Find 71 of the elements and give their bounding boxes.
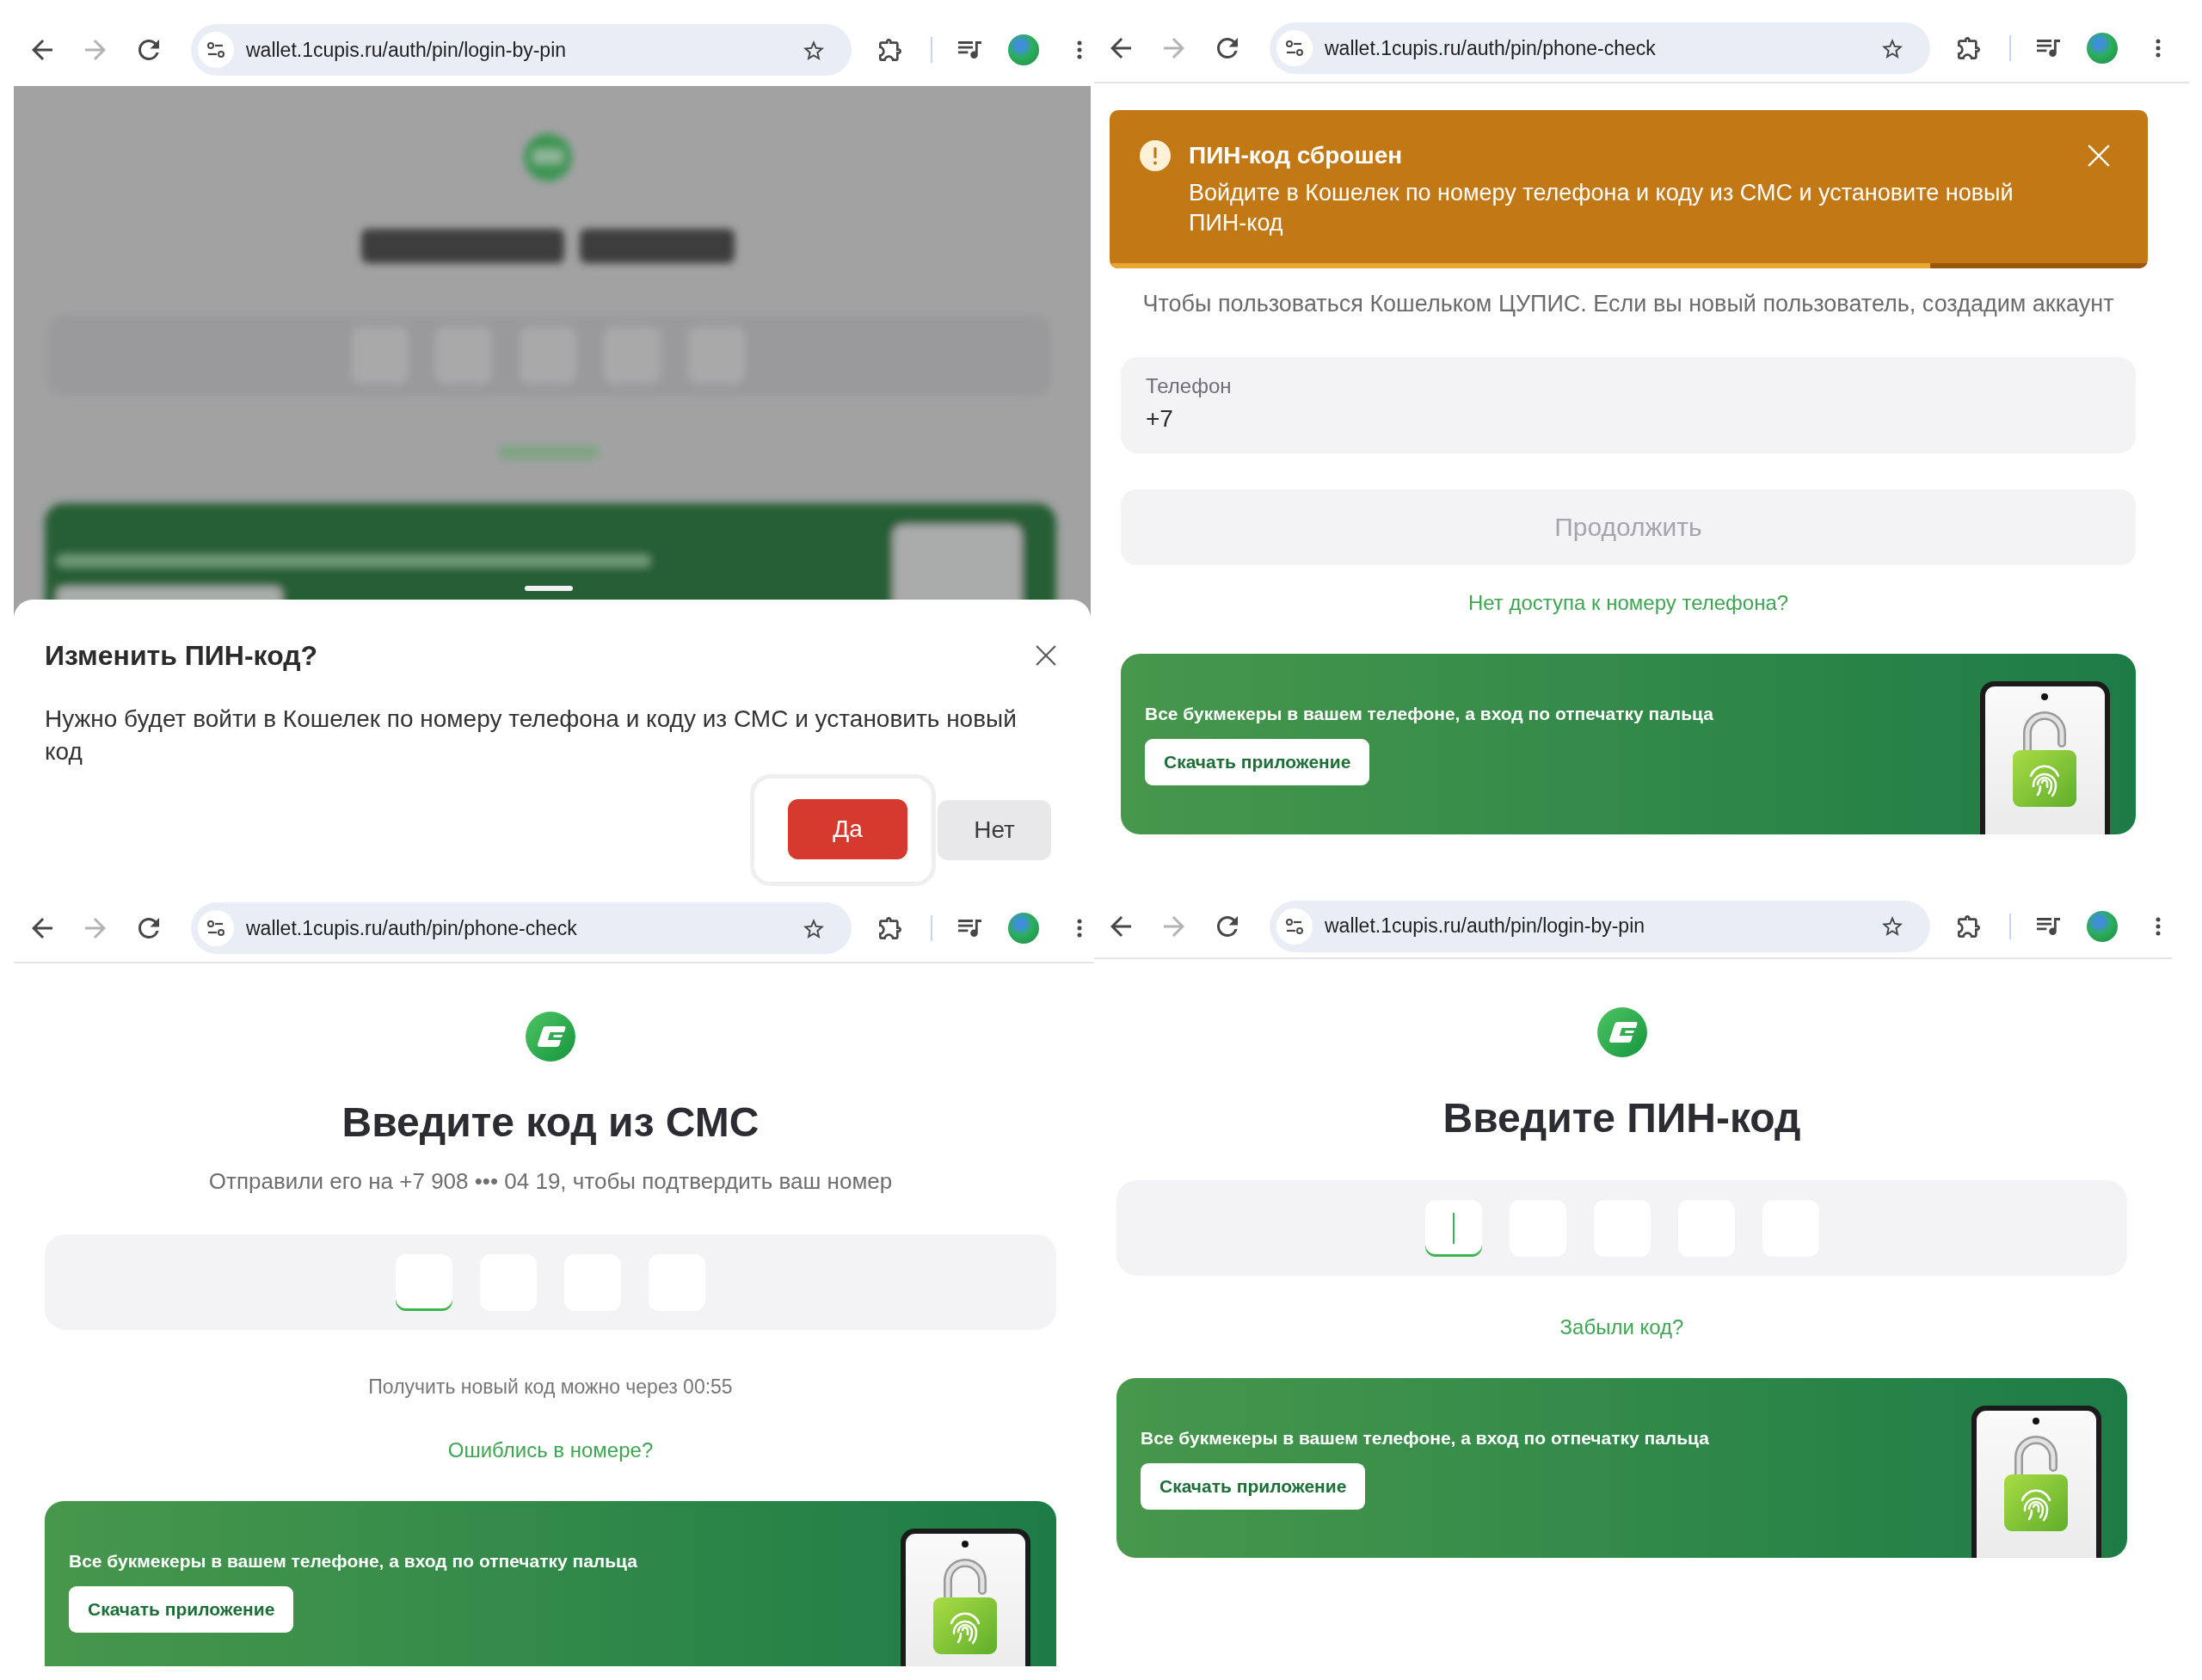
extensions-icon[interactable] [1958, 914, 1980, 938]
reload-icon[interactable] [138, 40, 159, 60]
page-heading: Введите ПИН-код [1442, 1094, 1801, 1142]
code-digit-field[interactable] [396, 1253, 452, 1311]
promo-text: Все букмекеры в вашем телефоне, а вход по отпечатку пальца [1145, 703, 1713, 725]
page-subtitle: Отправили его на +7 908 ••• 04 19, чтобы подтвердить ваш номер [208, 1167, 893, 1195]
profile-avatar-icon[interactable] [2087, 910, 2118, 942]
profile-avatar-icon[interactable] [2087, 33, 2118, 64]
url-text: wallet.1cupis.ru/auth/pin/login-by-pin [1325, 914, 1645, 938]
media-queue-icon[interactable] [958, 920, 981, 937]
promo-text: Все букмекеры в вашем телефоне, а вход по отпечатку пальца [1141, 1427, 1709, 1449]
media-queue-icon[interactable] [958, 41, 981, 58]
address-bar[interactable]: wallet.1cupis.ru/auth/pin/phone-check [191, 902, 852, 954]
code-digit-field[interactable] [1424, 1199, 1482, 1257]
bookmark-star-icon[interactable] [803, 918, 824, 938]
logo-icon [526, 1012, 575, 1062]
phone-field-label: Телефон [1146, 374, 1232, 398]
more-menu-icon[interactable] [2156, 916, 2161, 936]
toast-title: ПИН-код сброшен [1189, 141, 1403, 170]
site-settings-icon[interactable] [198, 32, 234, 68]
back-arrow-icon[interactable] [1110, 38, 1131, 58]
extensions-icon[interactable] [1958, 37, 1980, 59]
more-menu-icon[interactable] [1077, 40, 1082, 59]
logo-icon [1596, 1007, 1647, 1057]
site-settings-icon[interactable] [1276, 908, 1313, 945]
text-cursor-icon [1452, 1212, 1455, 1244]
extensions-icon[interactable] [879, 917, 901, 939]
bookmark-star-icon[interactable] [1882, 916, 1903, 936]
phone-input-field[interactable]: Телефон +7 [1121, 357, 2136, 453]
media-queue-icon[interactable] [2037, 40, 2060, 57]
resend-timer-text: Получить новый код можно через 00:55 [368, 1375, 733, 1399]
download-app-button[interactable]: Скачать приложение [1145, 739, 1370, 785]
help-link[interactable]: Забыли код? [1559, 1315, 1684, 1339]
page-subtitle: Чтобы пользоваться Кошельком ЦУПИС. Если вы новый пользователь, создадим аккаунт [1142, 291, 2114, 317]
close-icon[interactable] [1036, 645, 1056, 666]
back-arrow-icon[interactable] [1110, 915, 1131, 937]
address-bar[interactable]: wallet.1cupis.ru/auth/pin/login-by-pin [191, 24, 852, 76]
download-app-button[interactable]: Скачать приложение [1141, 1463, 1366, 1510]
back-arrow-icon[interactable] [32, 40, 52, 60]
bookmark-star-icon[interactable] [803, 40, 824, 60]
help-link[interactable]: Ошиблись в номере? [447, 1438, 654, 1462]
address-bar[interactable]: wallet.1cupis.ru/auth/pin/phone-check [1270, 22, 1930, 74]
download-app-button[interactable]: Скачать приложение [69, 1586, 294, 1633]
no-button[interactable]: Нет [938, 800, 1051, 860]
media-queue-icon[interactable] [2037, 917, 2060, 935]
reload-icon[interactable] [1217, 38, 1238, 58]
help-link[interactable]: Нет доступа к номеру телефона? [1467, 590, 1789, 616]
yes-button[interactable]: Да [788, 799, 907, 859]
phone-field-value: +7 [1146, 405, 1173, 433]
address-bar[interactable]: wallet.1cupis.ru/auth/pin/login-by-pin [1270, 900, 1930, 952]
reload-icon[interactable] [1217, 915, 1238, 937]
promo-text: Все букмекеры в вашем телефоне, а вход по отпечатку пальца [69, 1550, 637, 1572]
bookmark-star-icon[interactable] [1882, 38, 1903, 58]
profile-avatar-icon[interactable] [1008, 34, 1039, 65]
dialog-title: Изменить ПИН-код? [45, 639, 318, 672]
toast-message: Войдите в Кошелек по номеру телефона и коду из СМС и установите новый ПИН-код [1189, 179, 2014, 237]
url-text: wallet.1cupis.ru/auth/pin/phone-check [1325, 36, 1656, 60]
site-settings-icon[interactable] [1276, 30, 1313, 66]
warning-icon [1140, 140, 1171, 171]
extensions-icon[interactable] [879, 39, 901, 61]
page-heading: Введите код из СМС [341, 1098, 760, 1147]
sheet-handle[interactable] [525, 586, 573, 591]
more-menu-icon[interactable] [1077, 919, 1082, 938]
url-text: wallet.1cupis.ru/auth/pin/login-by-pin [246, 38, 567, 62]
more-menu-icon[interactable] [2156, 39, 2161, 58]
site-settings-icon[interactable] [198, 910, 234, 946]
profile-avatar-icon[interactable] [1008, 913, 1039, 944]
dialog-message: Нужно будет войти в Кошелек по номеру телефона и коду из СМС и установить новый код [45, 705, 1018, 766]
back-arrow-icon[interactable] [32, 918, 52, 938]
url-text: wallet.1cupis.ru/auth/pin/phone-check [246, 916, 577, 940]
reload-icon[interactable] [138, 918, 159, 938]
